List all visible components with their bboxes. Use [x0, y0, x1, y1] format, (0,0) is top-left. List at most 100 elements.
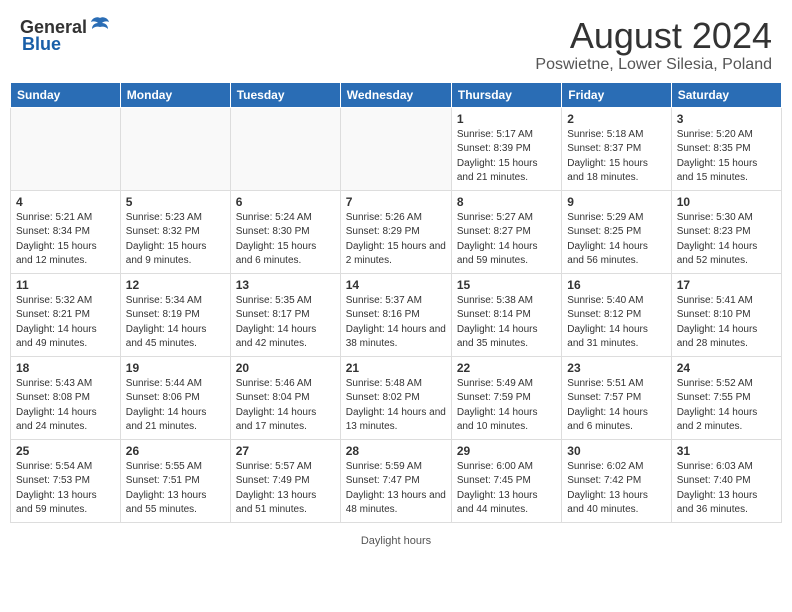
day-info: Sunrise: 5:32 AMSunset: 8:21 PMDaylight:…	[16, 294, 115, 352]
day-number: 20	[236, 361, 335, 375]
location: Poswietne, Lower Silesia, Poland	[535, 56, 772, 74]
day-number: 31	[677, 444, 776, 458]
day-info: Sunrise: 6:00 AMSunset: 7:45 PMDaylight:…	[457, 460, 556, 518]
day-info: Sunrise: 5:30 AMSunset: 8:23 PMDaylight:…	[677, 211, 776, 269]
day-of-week-header: Thursday	[451, 82, 561, 107]
day-info: Sunrise: 5:57 AMSunset: 7:49 PMDaylight:…	[236, 460, 335, 518]
day-info: Sunrise: 5:43 AMSunset: 8:08 PMDaylight:…	[16, 377, 115, 435]
day-number: 13	[236, 278, 335, 292]
day-number: 10	[677, 195, 776, 209]
day-info: Sunrise: 5:17 AMSunset: 8:39 PMDaylight:…	[457, 128, 556, 186]
day-info: Sunrise: 5:20 AMSunset: 8:35 PMDaylight:…	[677, 128, 776, 186]
day-number: 27	[236, 444, 335, 458]
day-info: Sunrise: 5:59 AMSunset: 7:47 PMDaylight:…	[346, 460, 446, 518]
day-info: Sunrise: 5:37 AMSunset: 8:16 PMDaylight:…	[346, 294, 446, 352]
calendar-day-cell: 22 Sunrise: 5:49 AMSunset: 7:59 PMDayligh…	[451, 356, 561, 439]
calendar-day-cell: 17 Sunrise: 5:41 AMSunset: 8:10 PMDayligh…	[671, 273, 781, 356]
day-number: 19	[126, 361, 225, 375]
day-info: Sunrise: 5:18 AMSunset: 8:37 PMDaylight:…	[567, 128, 665, 186]
day-info: Sunrise: 5:34 AMSunset: 8:19 PMDaylight:…	[126, 294, 225, 352]
logo-blue: Blue	[22, 34, 61, 55]
calendar-week-row: 11 Sunrise: 5:32 AMSunset: 8:21 PMDayligh…	[11, 273, 782, 356]
day-number: 16	[567, 278, 665, 292]
calendar-table: SundayMondayTuesdayWednesdayThursdayFrid…	[10, 82, 782, 523]
day-number: 6	[236, 195, 335, 209]
calendar-day-cell: 24Sunrise: 5:52 AMSunset: 7:55 PMDayligh…	[671, 356, 781, 439]
day-number: 25	[16, 444, 115, 458]
day-info: Sunrise: 5:27 AMSunset: 8:27 PMDaylight:…	[457, 211, 556, 269]
month-title: August 2024	[535, 16, 772, 56]
calendar-week-row: 1 Sunrise: 5:17 AMSunset: 8:39 PMDaylight…	[11, 107, 782, 190]
day-number: 28	[346, 444, 446, 458]
logo-bird-icon	[89, 12, 111, 38]
calendar-day-cell: 26Sunrise: 5:55 AMSunset: 7:51 PMDayligh…	[120, 439, 230, 522]
day-info: Sunrise: 5:24 AMSunset: 8:30 PMDaylight:…	[236, 211, 335, 269]
calendar-day-cell: 27 Sunrise: 5:57 AMSunset: 7:49 PMDayligh…	[230, 439, 340, 522]
day-of-week-header: Wednesday	[340, 82, 451, 107]
calendar-day-cell: 25 Sunrise: 5:54 AMSunset: 7:53 PMDayligh…	[11, 439, 121, 522]
day-info: Sunrise: 6:02 AMSunset: 7:42 PMDaylight:…	[567, 460, 665, 518]
day-of-week-header: Saturday	[671, 82, 781, 107]
calendar-week-row: 4Sunrise: 5:21 AMSunset: 8:34 PMDaylight…	[11, 190, 782, 273]
calendar-day-cell: 23 Sunrise: 5:51 AMSunset: 7:57 PMDayligh…	[562, 356, 671, 439]
day-info: Sunrise: 5:23 AMSunset: 8:32 PMDaylight:…	[126, 211, 225, 269]
day-info: Sunrise: 5:51 AMSunset: 7:57 PMDaylight:…	[567, 377, 665, 435]
calendar-day-cell: 3 Sunrise: 5:20 AMSunset: 8:35 PMDaylight…	[671, 107, 781, 190]
header: General Blue August 2024 Poswietne, Lowe…	[0, 0, 792, 82]
calendar-day-cell: 31Sunrise: 6:03 AMSunset: 7:40 PMDayligh…	[671, 439, 781, 522]
calendar-day-cell: 16 Sunrise: 5:40 AMSunset: 8:12 PMDayligh…	[562, 273, 671, 356]
logo: General Blue	[20, 16, 111, 55]
day-of-week-header: Tuesday	[230, 82, 340, 107]
day-number: 24	[677, 361, 776, 375]
day-number: 7	[346, 195, 446, 209]
day-number: 23	[567, 361, 665, 375]
calendar-day-cell: 19Sunrise: 5:44 AMSunset: 8:06 PMDayligh…	[120, 356, 230, 439]
day-number: 17	[677, 278, 776, 292]
day-number: 11	[16, 278, 115, 292]
day-info: Sunrise: 5:29 AMSunset: 8:25 PMDaylight:…	[567, 211, 665, 269]
calendar-day-cell	[230, 107, 340, 190]
day-number: 14	[346, 278, 446, 292]
day-number: 12	[126, 278, 225, 292]
calendar-day-cell: 14 Sunrise: 5:37 AMSunset: 8:16 PMDayligh…	[340, 273, 451, 356]
day-info: Sunrise: 5:49 AMSunset: 7:59 PMDaylight:…	[457, 377, 556, 435]
day-number: 2	[567, 112, 665, 126]
calendar-week-row: 18 Sunrise: 5:43 AMSunset: 8:08 PMDayligh…	[11, 356, 782, 439]
calendar-day-cell	[120, 107, 230, 190]
day-number: 22	[457, 361, 556, 375]
day-number: 26	[126, 444, 225, 458]
calendar-day-cell: 21Sunrise: 5:48 AMSunset: 8:02 PMDayligh…	[340, 356, 451, 439]
day-number: 3	[677, 112, 776, 126]
calendar-day-cell: 9Sunrise: 5:29 AMSunset: 8:25 PMDaylight…	[562, 190, 671, 273]
day-number: 1	[457, 112, 556, 126]
day-info: Sunrise: 5:41 AMSunset: 8:10 PMDaylight:…	[677, 294, 776, 352]
calendar-day-cell: 1 Sunrise: 5:17 AMSunset: 8:39 PMDaylight…	[451, 107, 561, 190]
calendar-day-cell: 13Sunrise: 5:35 AMSunset: 8:17 PMDayligh…	[230, 273, 340, 356]
calendar-week-row: 25 Sunrise: 5:54 AMSunset: 7:53 PMDayligh…	[11, 439, 782, 522]
calendar-header-row: SundayMondayTuesdayWednesdayThursdayFrid…	[11, 82, 782, 107]
calendar-day-cell: 7 Sunrise: 5:26 AMSunset: 8:29 PMDaylight…	[340, 190, 451, 273]
calendar-day-cell: 28 Sunrise: 5:59 AMSunset: 7:47 PMDayligh…	[340, 439, 451, 522]
calendar-day-cell: 4Sunrise: 5:21 AMSunset: 8:34 PMDaylight…	[11, 190, 121, 273]
calendar-day-cell	[11, 107, 121, 190]
calendar-wrap: SundayMondayTuesdayWednesdayThursdayFrid…	[0, 82, 792, 565]
day-number: 5	[126, 195, 225, 209]
day-of-week-header: Friday	[562, 82, 671, 107]
day-of-week-header: Sunday	[11, 82, 121, 107]
day-info: Sunrise: 5:46 AMSunset: 8:04 PMDaylight:…	[236, 377, 335, 435]
day-info: Sunrise: 5:26 AMSunset: 8:29 PMDaylight:…	[346, 211, 446, 269]
calendar-day-cell: 8 Sunrise: 5:27 AMSunset: 8:27 PMDaylight…	[451, 190, 561, 273]
day-info: Sunrise: 5:40 AMSunset: 8:12 PMDaylight:…	[567, 294, 665, 352]
calendar-day-cell	[340, 107, 451, 190]
calendar-day-cell: 15Sunrise: 5:38 AMSunset: 8:14 PMDayligh…	[451, 273, 561, 356]
day-number: 29	[457, 444, 556, 458]
calendar-day-cell: 29 Sunrise: 6:00 AMSunset: 7:45 PMDayligh…	[451, 439, 561, 522]
day-number: 8	[457, 195, 556, 209]
calendar-day-cell: 2 Sunrise: 5:18 AMSunset: 8:37 PMDaylight…	[562, 107, 671, 190]
calendar-day-cell: 11 Sunrise: 5:32 AMSunset: 8:21 PMDayligh…	[11, 273, 121, 356]
day-number: 21	[346, 361, 446, 375]
day-number: 18	[16, 361, 115, 375]
day-info: Sunrise: 5:54 AMSunset: 7:53 PMDaylight:…	[16, 460, 115, 518]
day-number: 4	[16, 195, 115, 209]
day-info: Sunrise: 5:38 AMSunset: 8:14 PMDaylight:…	[457, 294, 556, 352]
